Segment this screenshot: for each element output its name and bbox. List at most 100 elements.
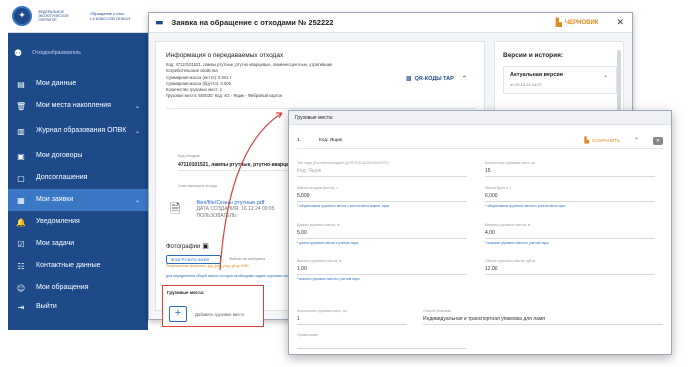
chat-icon: ☺ [16,283,26,293]
chevron-down-icon: ⌄ [134,196,140,204]
photo-formats-note: Разрешенные форматы: jpg, jpeg, png, gif… [166,264,249,268]
sidebar-item[interactable]: ☑ Мои задачи [8,233,148,255]
qr-codes-button[interactable]: ▩ QR-КОДЫ ТАР ⌃ [406,75,467,82]
field-input[interactable]: Код: Ящик [297,168,467,177]
add-cargo-button[interactable]: + [169,306,187,322]
modal-header: ▬ Заявка на обращение с отходами № 25222… [149,13,632,33]
field-input[interactable]: 6,000 [485,193,655,202]
chevron-up-icon[interactable]: ⌃ [634,137,639,144]
cargo-field: Количество грузовых мест, шт 1 [297,309,407,325]
trash-icon: 🗑 [16,101,27,111]
field-label: Объем грузового места, куб.м [485,259,536,263]
ledger-icon: ▤ [17,79,25,89]
field-input[interactable]: 5,000 [297,193,467,202]
info-title: Информация о передаваемых отходах [166,52,284,59]
field-hint: * ширина грузового места с учетом тары [485,241,549,245]
cargo-hint-link[interactable]: для определения общей массы отходов необ… [166,274,293,278]
sidebar-item[interactable]: 🗑 Мои места накопления ⌄ [8,95,148,117]
file-user: ПОЛЬЗОВАТЕЛЬ: [196,212,238,219]
journal-icon: ▥ [17,126,25,136]
folder-icon: ▬ [155,17,164,28]
sidebar: ✦ ФЕДЕРАЛЬНОЕ ЭКОЛОГИЧЕСКОЕ ОПЕРАТОР Обр… [8,0,148,330]
cargo-panel-header: Грузовые места: [289,111,671,125]
draft-icon: ▙ [555,18,562,27]
sidebar-item-label: Уведомления [36,218,80,225]
sidebar-item-label: Журнал образования ОПВК [36,127,127,134]
cargo-title: Грузовые места: [167,290,205,295]
current-version[interactable]: Актуальная версия от 20.10.23 14:07 ⌃ [503,66,617,94]
save-icon: ▙ [584,137,590,144]
logout-label: Выйти [36,303,57,310]
user-icon: ⚉ [14,47,23,58]
field-input[interactable]: Индивидуальная и транспортная упаковка д… [423,316,663,325]
field-input[interactable]: 4.00 [485,230,655,239]
close-icon[interactable]: ✕ [616,18,624,28]
field-input[interactable]: 12.00 [485,266,655,275]
sidebar-item[interactable]: 🔔 Уведомления [8,211,148,233]
cargo-field: Объем грузового места, куб.м 12.00 [485,259,655,275]
cargo-row[interactable]: 1. Код: Ящик ▙ СОХРАНИТЬ ⌃ ✕ [297,133,663,149]
field-input[interactable] [297,340,467,349]
field-label: Количество грузовых мест, шт. [485,161,536,165]
field-label: Масса брутто, т [485,186,512,190]
sidebar-item-label: Допсоглашения [36,174,88,181]
waste-code-label: Код отходов [178,154,200,158]
chevron-down-icon: ⌄ [134,102,140,110]
cargo-field: Длина грузового места, м 5.00 * длина груз… [297,223,467,245]
info-line: Грузовое место: 600030: Код: 4G - Ящик -… [166,93,283,99]
field-input[interactable]: 1 [297,316,407,325]
sidebar-item[interactable]: ▤ Мои данные [8,73,148,95]
add-cargo-label[interactable]: Добавить грузовое место [195,312,244,317]
sidebar-item-label: Мои места накопления [36,102,111,109]
field-input[interactable]: 5.00 [297,230,467,239]
sidebar-item-label: Контактные данные [36,262,101,269]
file-date: ДАТА СОЗДАНИЯ: 16.12.24 09:05 [196,206,275,212]
field-label: Способ упаковки [423,309,452,313]
field-label: Тип тары (Контейнер/ящик/и ДОПОГ(ICAO/IA… [297,161,389,165]
field-label: Ширина грузового места, м [485,223,531,227]
task-icon: ☑ [17,239,25,249]
sidebar-item[interactable]: ▣ Мои договоры [8,145,148,167]
field-label: Количество грузовых мест, шт [297,309,348,313]
photo-icon: ▣ [202,242,209,250]
contacts-icon: ☷ [17,261,25,271]
field-hint: * длина грузового места с учетом тары [297,241,359,245]
cargo-detail-panel: Грузовые места: 1. Код: Ящик ▙ СОХРАНИТЬ… [288,110,672,355]
logout-button[interactable]: ⇥ Выйти [8,296,148,318]
org-service: Обращение с отхо I-II КЛАССОВ ОПАСН [90,11,131,21]
cargo-field: Ширина грузового места, м 4.00 * ширина гр… [485,223,655,245]
field-hint: * высота грузового места с учетом тары [297,277,360,281]
chevron-up-icon: ⌃ [602,75,608,82]
doc-icon: ▢ [17,173,25,183]
history-title: Версии и история: [503,52,564,59]
sidebar-item-label: Мои данные [36,80,77,87]
field-input[interactable]: 15 [485,168,655,177]
sidebar-menu: ▤ Мои данные 🗑 Мои места накопления ⌄ ▥ Журнал… [8,73,148,299]
field-input[interactable]: 1.00 [297,266,467,275]
contract-icon: ▣ [17,151,25,161]
delete-icon[interactable]: ✕ [653,136,663,145]
cargo-row-number: 1. [297,138,302,143]
logo-icon: ✦ [12,6,32,26]
file-attachment[interactable]: 🗎 files/file/Сканы ртутные.pdf ДАТА СОЗД… [170,200,275,222]
save-button[interactable]: ▙ СОХРАНИТЬ [584,137,620,144]
sidebar-item[interactable]: ▦ Мои заявки ⌄ [8,189,148,211]
field-label: Длина грузового места, м [297,223,340,227]
logout-icon: ⇥ [17,302,25,312]
sidebar-item[interactable]: ☷ Контактные данные [8,255,148,277]
sidebar-header: ✦ ФЕДЕРАЛЬНОЕ ЭКОЛОГИЧЕСКОЕ ОПЕРАТОР Обр… [8,0,148,33]
passport-label: Скан паспорта отхода [178,184,217,188]
sidebar-item-label: Мои задачи [36,240,75,247]
cargo-field: Тип тары (Контейнер/ящик/и ДОПОГ(ICAO/IA… [297,161,467,177]
sidebar-item[interactable]: ▥ Журнал образования ОПВК ⌄ [8,117,148,145]
field-label: Масса отходов (нетто), т [297,186,339,190]
sidebar-item[interactable]: ▢ Допсоглашения [8,167,148,189]
upload-file-button[interactable]: ⊕ЗАГРУЗИТЬ ФАЙЛ [166,255,221,264]
field-hint: * общая масса грузового места с учетом в… [485,204,566,208]
sidebar-item-label: Мои договоры [36,152,83,159]
cargo-field: Количество грузовых мест, шт. 15 [485,161,655,177]
user-profile[interactable]: ⚉ Отходообразователь [8,33,148,73]
waste-code-value: 47110101521, лампы ртутные, ртутно-кварц… [178,162,304,168]
cargo-places-section: Грузовые места: + Добавить грузовое мест… [162,285,264,327]
chevron-down-icon: ⌄ [134,127,140,135]
